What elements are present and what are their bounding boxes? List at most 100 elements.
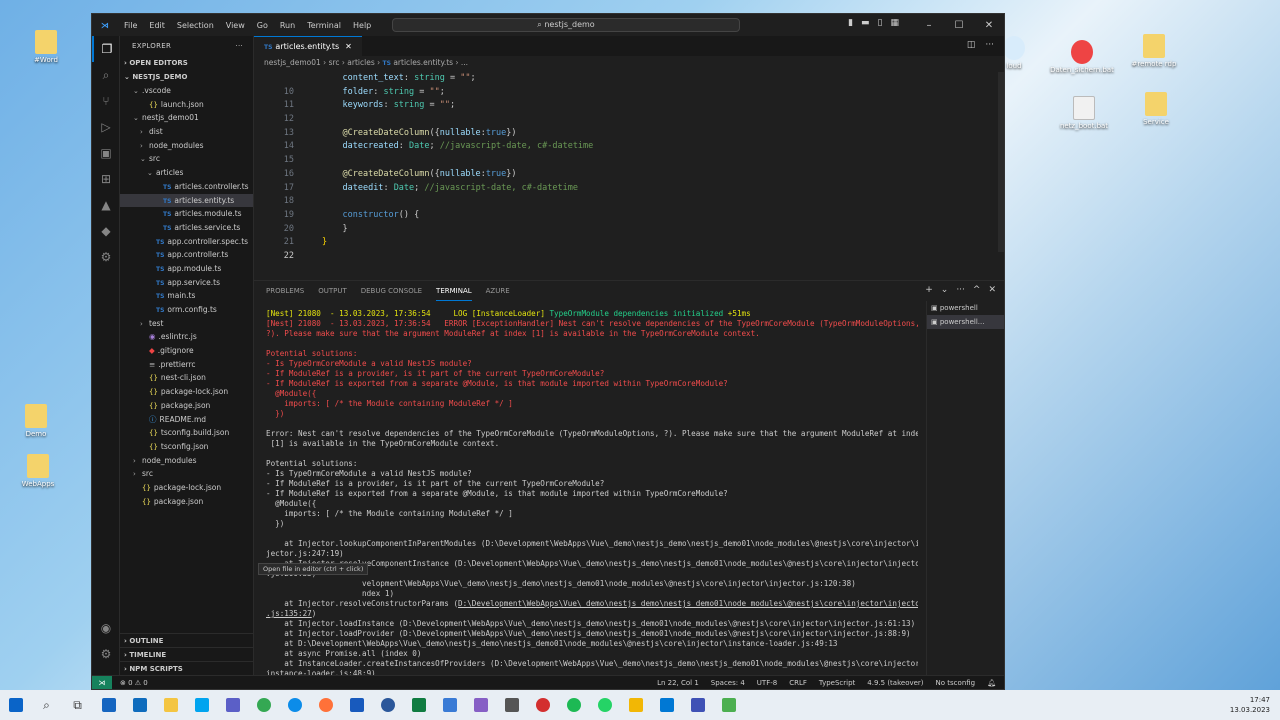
app-icon-6[interactable] bbox=[620, 690, 651, 720]
code-line[interactable]: 19 constructor() { bbox=[254, 209, 1004, 223]
npm-scripts-section[interactable]: › NPM SCRIPTS bbox=[120, 661, 253, 675]
app-icon-8[interactable] bbox=[713, 690, 744, 720]
tree-folder[interactable]: ⌄ src bbox=[120, 152, 253, 166]
docker-icon[interactable]: ◆ bbox=[92, 218, 120, 244]
timeline-section[interactable]: › TIMELINE bbox=[120, 647, 253, 661]
more-actions-icon[interactable]: ··· bbox=[985, 40, 994, 50]
record-icon[interactable] bbox=[527, 690, 558, 720]
source-control-icon[interactable]: ⑂ bbox=[92, 88, 120, 114]
terminal-item[interactable]: ▣ powershell bbox=[927, 301, 1004, 315]
tab-problems[interactable]: PROBLEMS bbox=[266, 281, 304, 301]
new-terminal-icon[interactable]: + bbox=[925, 285, 933, 295]
close-tab-icon[interactable]: ✕ bbox=[345, 42, 352, 51]
chrome-icon[interactable] bbox=[248, 690, 279, 720]
tree-file[interactable]: TS orm.config.ts bbox=[120, 303, 253, 317]
firefox-icon[interactable] bbox=[310, 690, 341, 720]
manage-gear-icon[interactable]: ⚙ bbox=[92, 641, 120, 667]
maximize-panel-icon[interactable]: ^ bbox=[973, 285, 981, 295]
toggle-sidebar-icon[interactable]: ▮ bbox=[848, 18, 853, 28]
tree-file[interactable]: ⓘ README.md bbox=[120, 413, 253, 427]
tree-file[interactable]: TS articles.entity.ts bbox=[120, 193, 253, 208]
tree-file[interactable]: TS app.controller.ts bbox=[120, 248, 253, 262]
maximize-icon[interactable]: ☐ bbox=[944, 20, 974, 31]
tree-folder[interactable]: › node_modules bbox=[120, 454, 253, 468]
azure-icon[interactable]: ▲ bbox=[92, 192, 120, 218]
status-item[interactable]: 4.9.5 (takeover) bbox=[867, 679, 923, 687]
tree-folder[interactable]: ⌄ articles bbox=[120, 166, 253, 180]
outline-section[interactable]: › OUTLINE bbox=[120, 633, 253, 647]
open-editors-section[interactable]: › OPEN EDITORS bbox=[120, 56, 253, 70]
tree-file[interactable]: {} package-lock.json bbox=[120, 385, 253, 399]
excel-icon[interactable] bbox=[403, 690, 434, 720]
code-editor[interactable]: content_text: string = ""; 10 folder: str… bbox=[254, 72, 1004, 280]
status-item[interactable]: Ln 22, Col 1 bbox=[657, 679, 699, 687]
desktop-icon-remote-rdp[interactable]: #remote rdp bbox=[1122, 34, 1186, 68]
tree-file[interactable]: {} tsconfig.json bbox=[120, 440, 253, 454]
toggle-panel-icon[interactable]: ▬ bbox=[861, 18, 870, 28]
app-icon-4[interactable] bbox=[434, 690, 465, 720]
visual-studio-icon[interactable] bbox=[465, 690, 496, 720]
menu-run[interactable]: Run bbox=[274, 21, 301, 30]
menu-view[interactable]: View bbox=[220, 21, 251, 30]
teams-icon[interactable] bbox=[217, 690, 248, 720]
tree-file[interactable]: TS articles.module.ts bbox=[120, 207, 253, 221]
desktop-icon-daten-sichern[interactable]: Daten_sichern.bat bbox=[1050, 40, 1114, 74]
status-item[interactable]: UTF-8 bbox=[757, 679, 777, 687]
outlook-icon[interactable] bbox=[124, 690, 155, 720]
tab-debug-console[interactable]: DEBUG CONSOLE bbox=[361, 281, 422, 301]
extensions-icon[interactable]: ⊞ bbox=[92, 166, 120, 192]
code-line[interactable]: 11 keywords: string = ""; bbox=[254, 99, 1004, 113]
tab-azure[interactable]: AZURE bbox=[486, 281, 510, 301]
app-icon-1[interactable] bbox=[93, 690, 124, 720]
menu-terminal[interactable]: Terminal bbox=[301, 21, 347, 30]
app-icon-5[interactable] bbox=[496, 690, 527, 720]
chevron-down-icon[interactable]: ⌄ bbox=[941, 285, 949, 295]
spotify-icon[interactable] bbox=[558, 690, 589, 720]
tree-file[interactable]: {} nest-cli.json bbox=[120, 371, 253, 385]
word-icon[interactable] bbox=[341, 690, 372, 720]
explorer-icon[interactable]: ❐ bbox=[92, 36, 120, 62]
whatsapp-icon[interactable] bbox=[589, 690, 620, 720]
terminal-output[interactable]: [Nest] 21080 - 13.03.2023, 17:36:54 LOG … bbox=[266, 309, 918, 675]
code-line[interactable]: 10 folder: string = ""; bbox=[254, 86, 1004, 100]
status-item[interactable]: No tsconfig bbox=[936, 679, 976, 687]
tree-folder[interactable]: › test bbox=[120, 317, 253, 331]
command-center-search[interactable]: ⌕ nestjs_demo bbox=[392, 18, 740, 32]
desktop-icon-webapps[interactable]: WebApps bbox=[6, 454, 70, 488]
app-icon-3[interactable] bbox=[372, 690, 403, 720]
desktop-icon-netz-boot[interactable]: netz_boot.bat bbox=[1052, 96, 1116, 130]
problems-indicator[interactable]: ⊗ 0 ⚠ 0 bbox=[120, 679, 148, 687]
desktop-icon-demo[interactable]: Demo bbox=[4, 404, 68, 438]
tree-file[interactable]: ◆ .gitignore bbox=[120, 344, 253, 358]
more-actions-icon[interactable]: ··· bbox=[235, 36, 243, 56]
code-line[interactable]: content_text: string = ""; bbox=[254, 72, 1004, 86]
tree-folder[interactable]: ⌄ nestjs_demo01 bbox=[120, 111, 253, 125]
tree-file[interactable]: {} package-lock.json bbox=[120, 481, 253, 495]
desktop-icon-word[interactable]: #Word bbox=[14, 30, 78, 64]
app-icon-2[interactable] bbox=[186, 690, 217, 720]
close-panel-icon[interactable]: ✕ bbox=[988, 285, 996, 295]
vscode-taskbar-icon[interactable] bbox=[651, 690, 682, 720]
tab-articles-entity[interactable]: TS articles.entity.ts ✕ bbox=[254, 36, 362, 56]
code-line[interactable]: 14 datecreated: Date; //javascript-date,… bbox=[254, 140, 1004, 154]
remote-explorer-icon[interactable]: ▣ bbox=[92, 140, 120, 166]
taskbar-search-icon[interactable]: ⌕ bbox=[31, 690, 62, 720]
tree-file[interactable]: {} launch.json bbox=[120, 98, 253, 112]
menu-file[interactable]: File bbox=[118, 21, 143, 30]
tree-file[interactable]: ≡ .prettierrc bbox=[120, 358, 253, 372]
tree-file[interactable]: TS app.module.ts bbox=[120, 262, 253, 276]
code-line[interactable]: 17 dateedit: Date; //javascript-date, c#… bbox=[254, 182, 1004, 196]
tree-file[interactable]: TS articles.controller.ts bbox=[120, 180, 253, 194]
tree-file[interactable]: ◉ .eslintrc.js bbox=[120, 330, 253, 344]
menu-go[interactable]: Go bbox=[251, 21, 274, 30]
edge-icon[interactable] bbox=[279, 690, 310, 720]
minimize-icon[interactable]: – bbox=[914, 20, 944, 31]
task-view-icon[interactable]: ⧉ bbox=[62, 690, 93, 720]
terminal-item-active[interactable]: ▣ powershell... bbox=[927, 315, 1004, 329]
code-line[interactable]: 21} bbox=[254, 236, 1004, 250]
tree-folder[interactable]: › node_modules bbox=[120, 139, 253, 153]
system-clock[interactable]: 17:47 13.03.2023 bbox=[1230, 695, 1270, 715]
file-explorer-icon[interactable] bbox=[155, 690, 186, 720]
tab-output[interactable]: OUTPUT bbox=[318, 281, 347, 301]
customize-layout-icon[interactable]: ▦ bbox=[890, 18, 899, 28]
